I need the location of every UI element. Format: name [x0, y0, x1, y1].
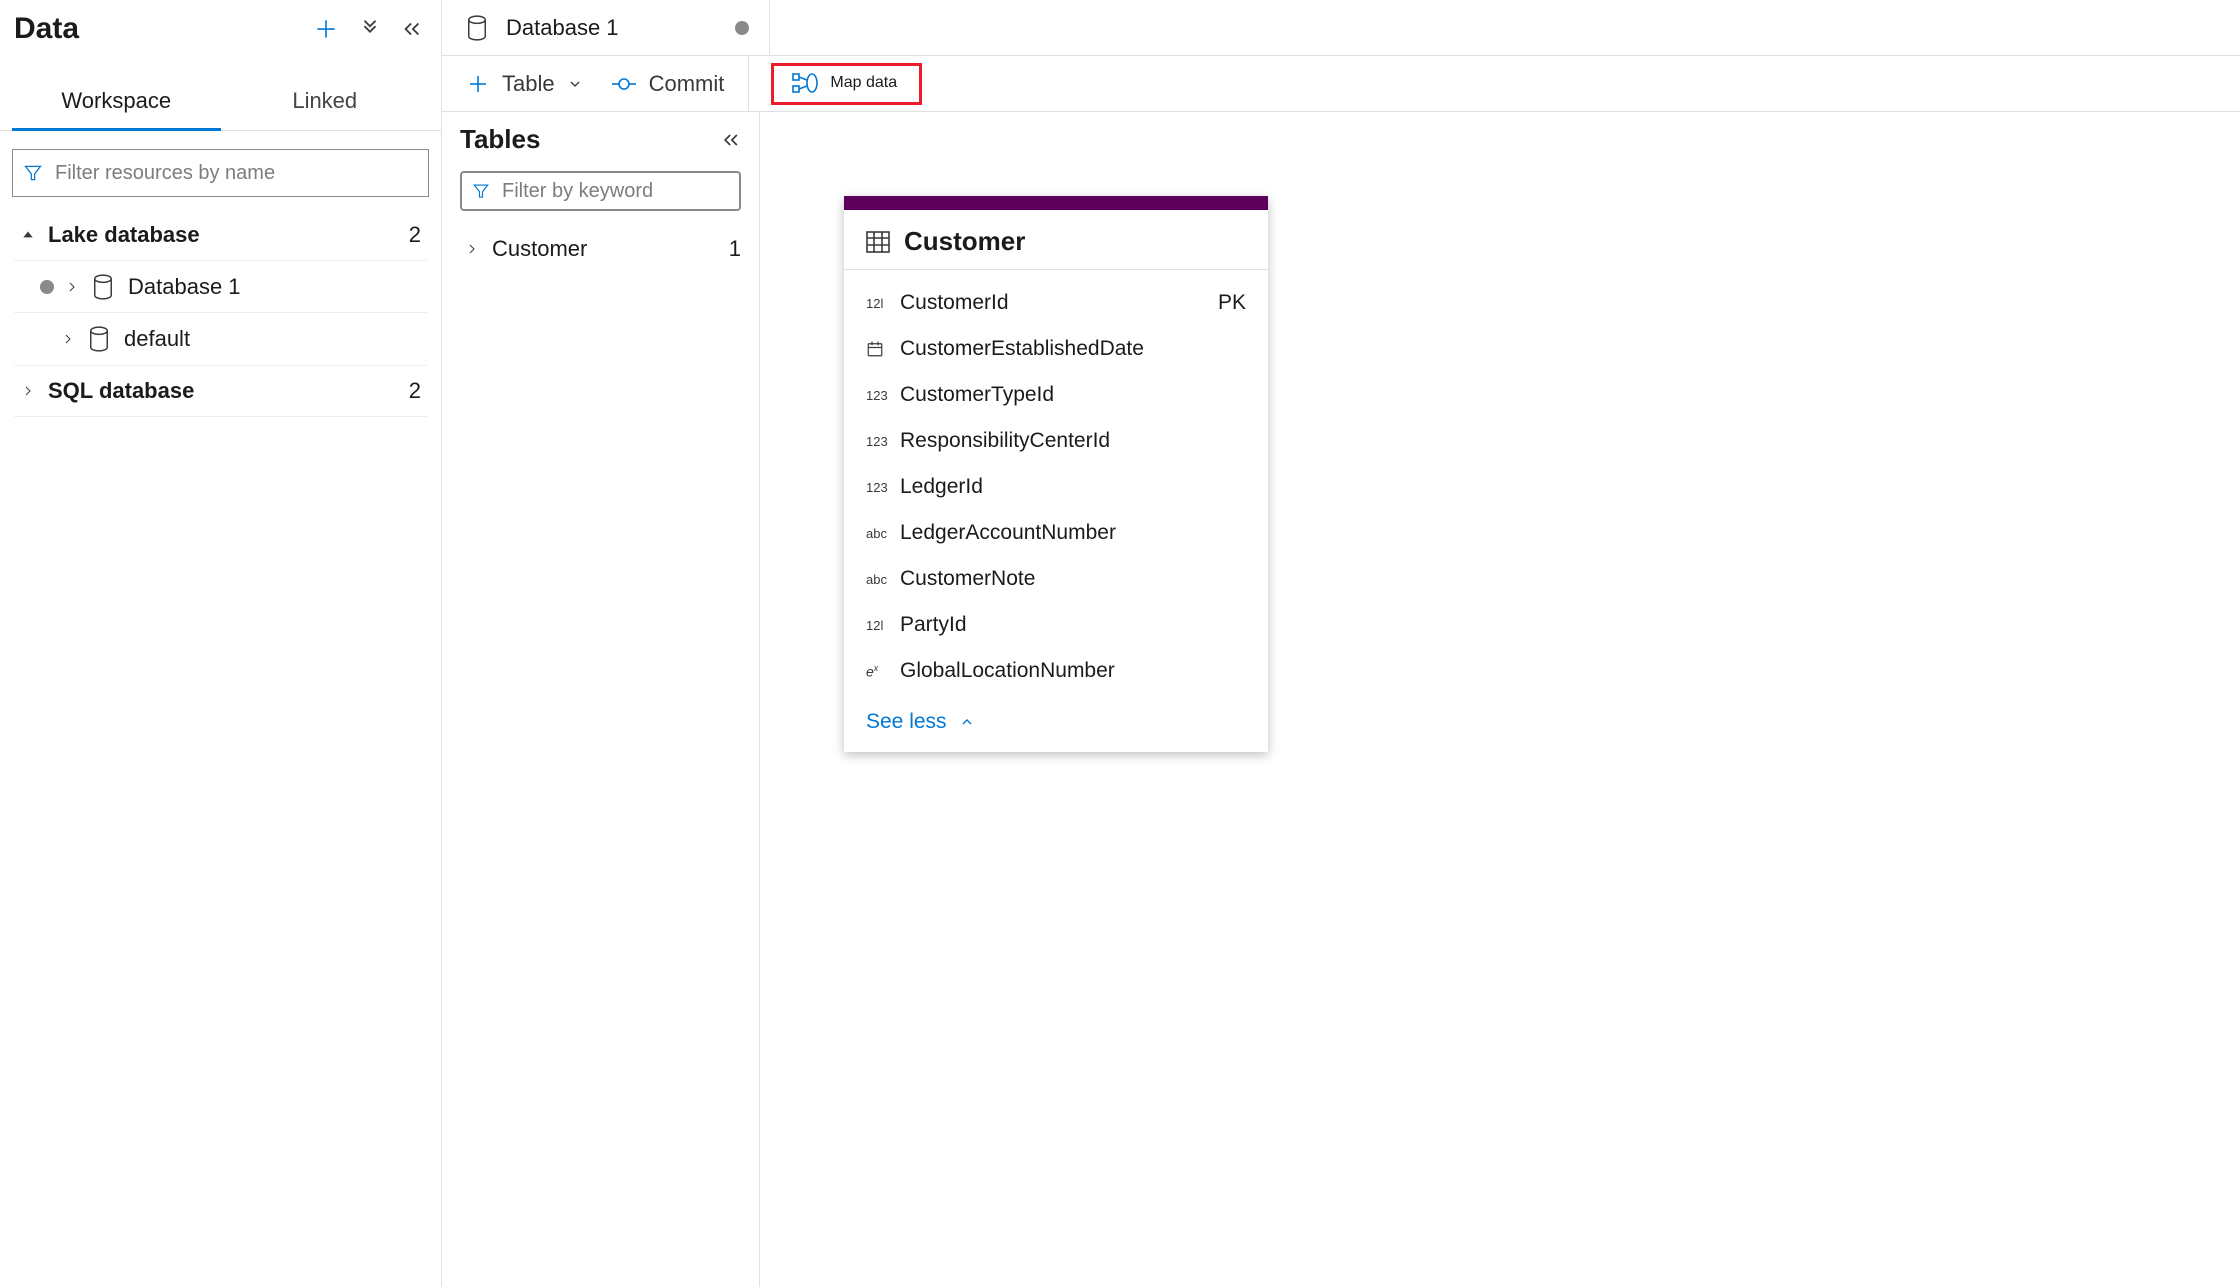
add-icon[interactable]	[313, 16, 339, 42]
tree-lake-database[interactable]: Lake database 2	[14, 209, 427, 261]
designer-canvas[interactable]: Customer 12lCustomerIdPKCustomerEstablis…	[760, 112, 2240, 1287]
column-type-icon: 12l	[866, 618, 900, 633]
chevron-up-icon	[959, 714, 975, 730]
table-row-customer[interactable]: Customer 1	[460, 225, 741, 273]
expand-icon	[18, 385, 38, 397]
editor-tab-label: Database 1	[506, 15, 619, 41]
tree-default[interactable]: default	[14, 313, 427, 365]
column-row[interactable]: 123ResponsibilityCenterId	[866, 418, 1246, 464]
tab-workspace[interactable]: Workspace	[12, 74, 221, 131]
entity-card-customer[interactable]: Customer 12lCustomerIdPKCustomerEstablis…	[844, 196, 1268, 752]
expand-all-icon[interactable]	[359, 18, 381, 40]
column-name: PartyId	[900, 613, 1246, 637]
tables-title: Tables	[460, 124, 540, 155]
tables-filter-input[interactable]	[500, 179, 729, 204]
entity-name: Customer	[904, 226, 1025, 257]
sidebar-title: Data	[14, 12, 79, 46]
tree-count: 2	[409, 222, 421, 248]
resource-filter-input[interactable]	[53, 161, 418, 186]
database-icon	[88, 326, 110, 352]
database-icon	[92, 274, 114, 300]
collapse-panel-icon[interactable]	[401, 18, 423, 40]
column-type-icon: 123	[866, 388, 900, 403]
filter-icon	[472, 182, 490, 200]
column-type-icon: 123	[866, 480, 900, 495]
column-type-icon	[866, 340, 900, 358]
see-less-button[interactable]: See less	[844, 704, 1268, 752]
collapse-panel-icon[interactable]	[721, 130, 741, 150]
expand-icon	[62, 281, 82, 293]
modified-dot-icon	[40, 280, 54, 294]
column-name: CustomerEstablishedDate	[900, 337, 1246, 361]
chevron-down-icon	[567, 76, 583, 92]
toolbar-label: Commit	[649, 71, 725, 97]
tree-database-1[interactable]: Database 1	[14, 261, 427, 313]
tree-label: default	[124, 326, 421, 352]
add-table-button[interactable]: Table	[466, 71, 583, 97]
column-name: ResponsibilityCenterId	[900, 429, 1246, 453]
commit-button[interactable]: Commit	[611, 71, 725, 97]
column-row[interactable]: abcLedgerAccountNumber	[866, 510, 1246, 556]
tables-panel: Tables Customer 1	[442, 112, 760, 1287]
column-name: CustomerId	[900, 291, 1218, 315]
toolbar-label: Map data	[830, 74, 897, 92]
data-sidebar: Data Workspace Linked	[0, 0, 442, 1287]
expand-icon	[58, 333, 78, 345]
filter-icon	[23, 163, 43, 183]
tree-label: SQL database	[48, 378, 409, 404]
map-data-icon	[792, 72, 818, 94]
column-name: CustomerTypeId	[900, 383, 1246, 407]
map-data-button[interactable]: Map data	[771, 63, 922, 105]
resource-filter[interactable]	[12, 149, 429, 197]
column-row[interactable]: exGlobalLocationNumber	[866, 648, 1246, 694]
column-row[interactable]: CustomerEstablishedDate	[866, 326, 1246, 372]
modified-dot-icon	[735, 21, 749, 35]
tree-label: Lake database	[48, 222, 409, 248]
sidebar-tabs: Workspace Linked	[0, 74, 441, 131]
table-icon	[866, 231, 890, 253]
editor-tabs: Database 1	[442, 0, 2240, 56]
database-icon	[466, 15, 488, 41]
column-type-icon: abc	[866, 572, 900, 587]
table-label: Customer	[492, 236, 729, 262]
commit-icon	[611, 75, 637, 93]
toolbar-label: Table	[502, 71, 555, 97]
entity-accent-bar	[844, 196, 1268, 210]
tree-label: Database 1	[128, 274, 421, 300]
tables-filter[interactable]	[460, 171, 741, 211]
tree-sql-database[interactable]: SQL database 2	[14, 365, 427, 417]
column-row[interactable]: 12lCustomerIdPK	[866, 280, 1246, 326]
column-row[interactable]: 123CustomerTypeId	[866, 372, 1246, 418]
column-name: CustomerNote	[900, 567, 1246, 591]
editor-tab-database-1[interactable]: Database 1	[442, 0, 770, 55]
table-count: 1	[729, 236, 741, 262]
column-name: LedgerId	[900, 475, 1246, 499]
column-row[interactable]: 123LedgerId	[866, 464, 1246, 510]
see-less-label: See less	[866, 710, 947, 734]
column-type-icon: 12l	[866, 296, 900, 311]
collapse-icon	[18, 228, 38, 242]
column-row[interactable]: 12lPartyId	[866, 602, 1246, 648]
tree-count: 2	[409, 378, 421, 404]
column-name: GlobalLocationNumber	[900, 659, 1246, 683]
expand-icon	[460, 243, 484, 255]
column-key: PK	[1218, 291, 1246, 315]
column-type-icon: abc	[866, 526, 900, 541]
tab-linked[interactable]: Linked	[221, 74, 430, 130]
column-type-icon: 123	[866, 434, 900, 449]
column-row[interactable]: abcCustomerNote	[866, 556, 1246, 602]
column-type-icon: ex	[866, 663, 900, 680]
editor-toolbar: Table Commit Map data	[442, 56, 2240, 112]
plus-icon	[466, 72, 490, 96]
column-name: LedgerAccountNumber	[900, 521, 1246, 545]
